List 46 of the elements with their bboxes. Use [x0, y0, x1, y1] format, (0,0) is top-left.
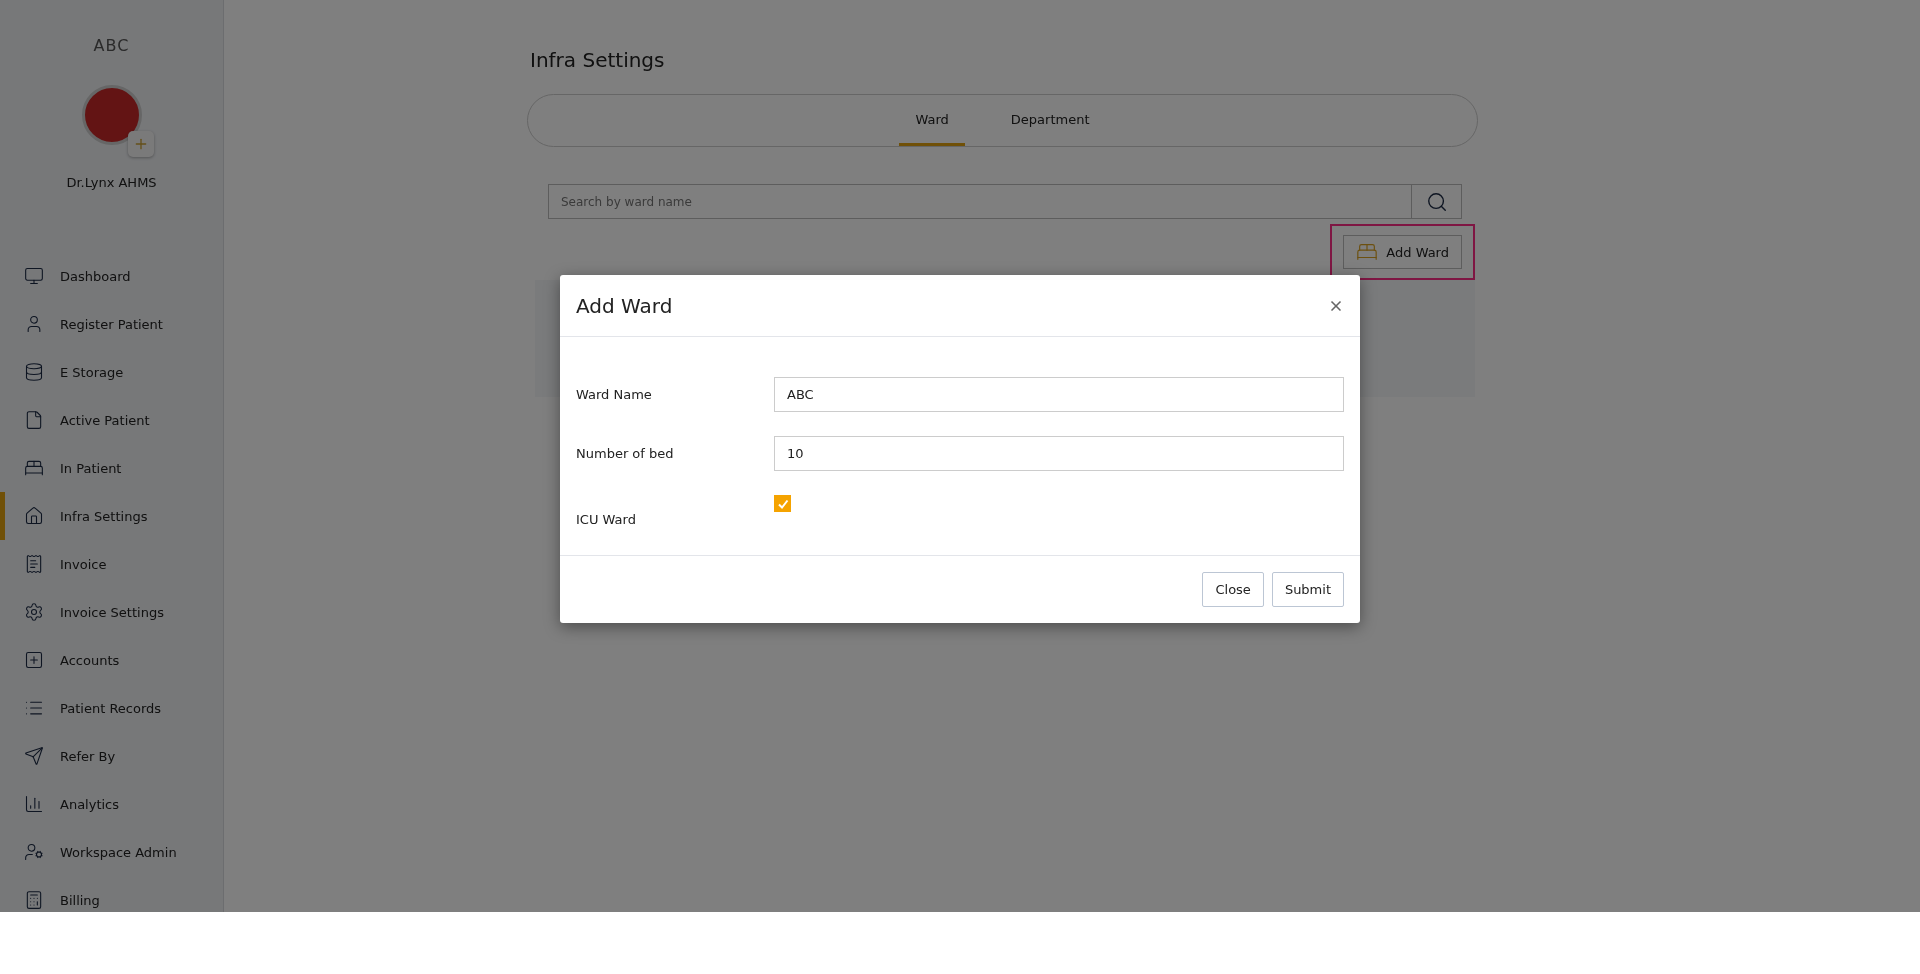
dialog-button[interactable]: Close: [1202, 572, 1264, 607]
house-icon: [24, 506, 44, 526]
bed-icon: [1356, 241, 1379, 263]
org-name: ABC: [92, 36, 131, 55]
nav-item[interactable]: Active Patient: [0, 396, 223, 444]
nav-item[interactable]: Invoice: [0, 540, 223, 588]
user-gear-icon: [24, 842, 44, 862]
document-icon: [24, 410, 44, 430]
monitor-icon: [24, 266, 44, 286]
add-ward-button[interactable]: Add Ward: [1343, 235, 1462, 269]
dialog-button[interactable]: Submit: [1271, 572, 1344, 607]
field-label: Number of bed: [576, 446, 675, 461]
send-icon: [24, 746, 44, 766]
nav-item[interactable]: Refer By: [0, 732, 223, 780]
nav-item[interactable]: E Storage: [0, 348, 223, 396]
dialog-title: Add Ward: [576, 293, 673, 318]
nav-item[interactable]: Analytics: [0, 780, 223, 828]
nav-item[interactable]: In Patient: [0, 444, 223, 492]
plus-square-icon: [24, 650, 44, 670]
nav-item[interactable]: Invoice Settings: [0, 588, 223, 636]
nav-item[interactable]: Dashboard: [0, 252, 223, 300]
bed-icon: [24, 458, 44, 478]
page-title: Infra Settings: [530, 48, 666, 72]
database-icon: [24, 362, 44, 382]
tab[interactable]: Ward: [899, 95, 965, 146]
settings-icon: [24, 602, 44, 622]
nav-item[interactable]: Register Patient: [0, 300, 223, 348]
tab[interactable]: Department: [994, 95, 1106, 146]
input-field[interactable]: ABC: [774, 377, 1344, 412]
nav-item[interactable]: Infra Settings: [0, 492, 223, 540]
field-label: Ward Name: [576, 387, 653, 402]
nav-item[interactable]: Accounts: [0, 636, 223, 684]
nav-item[interactable]: Workspace Admin: [0, 828, 223, 876]
checkbox[interactable]: [774, 495, 791, 512]
input-field[interactable]: 10: [774, 436, 1344, 471]
calculator-icon: [24, 890, 44, 910]
receipt-icon: [24, 554, 44, 574]
bar-chart-icon: [24, 794, 44, 814]
nav-item[interactable]: Patient Records: [0, 684, 223, 732]
search-button[interactable]: [1412, 184, 1462, 219]
field-label: ICU Ward: [576, 512, 637, 527]
search-field[interactable]: Search by ward name: [548, 184, 1412, 219]
user-name: Dr.Lynx AHMS: [65, 175, 158, 190]
checkmark-icon: [776, 497, 789, 510]
nav-item[interactable]: Billing: [0, 876, 223, 912]
search-icon: [1425, 190, 1448, 213]
